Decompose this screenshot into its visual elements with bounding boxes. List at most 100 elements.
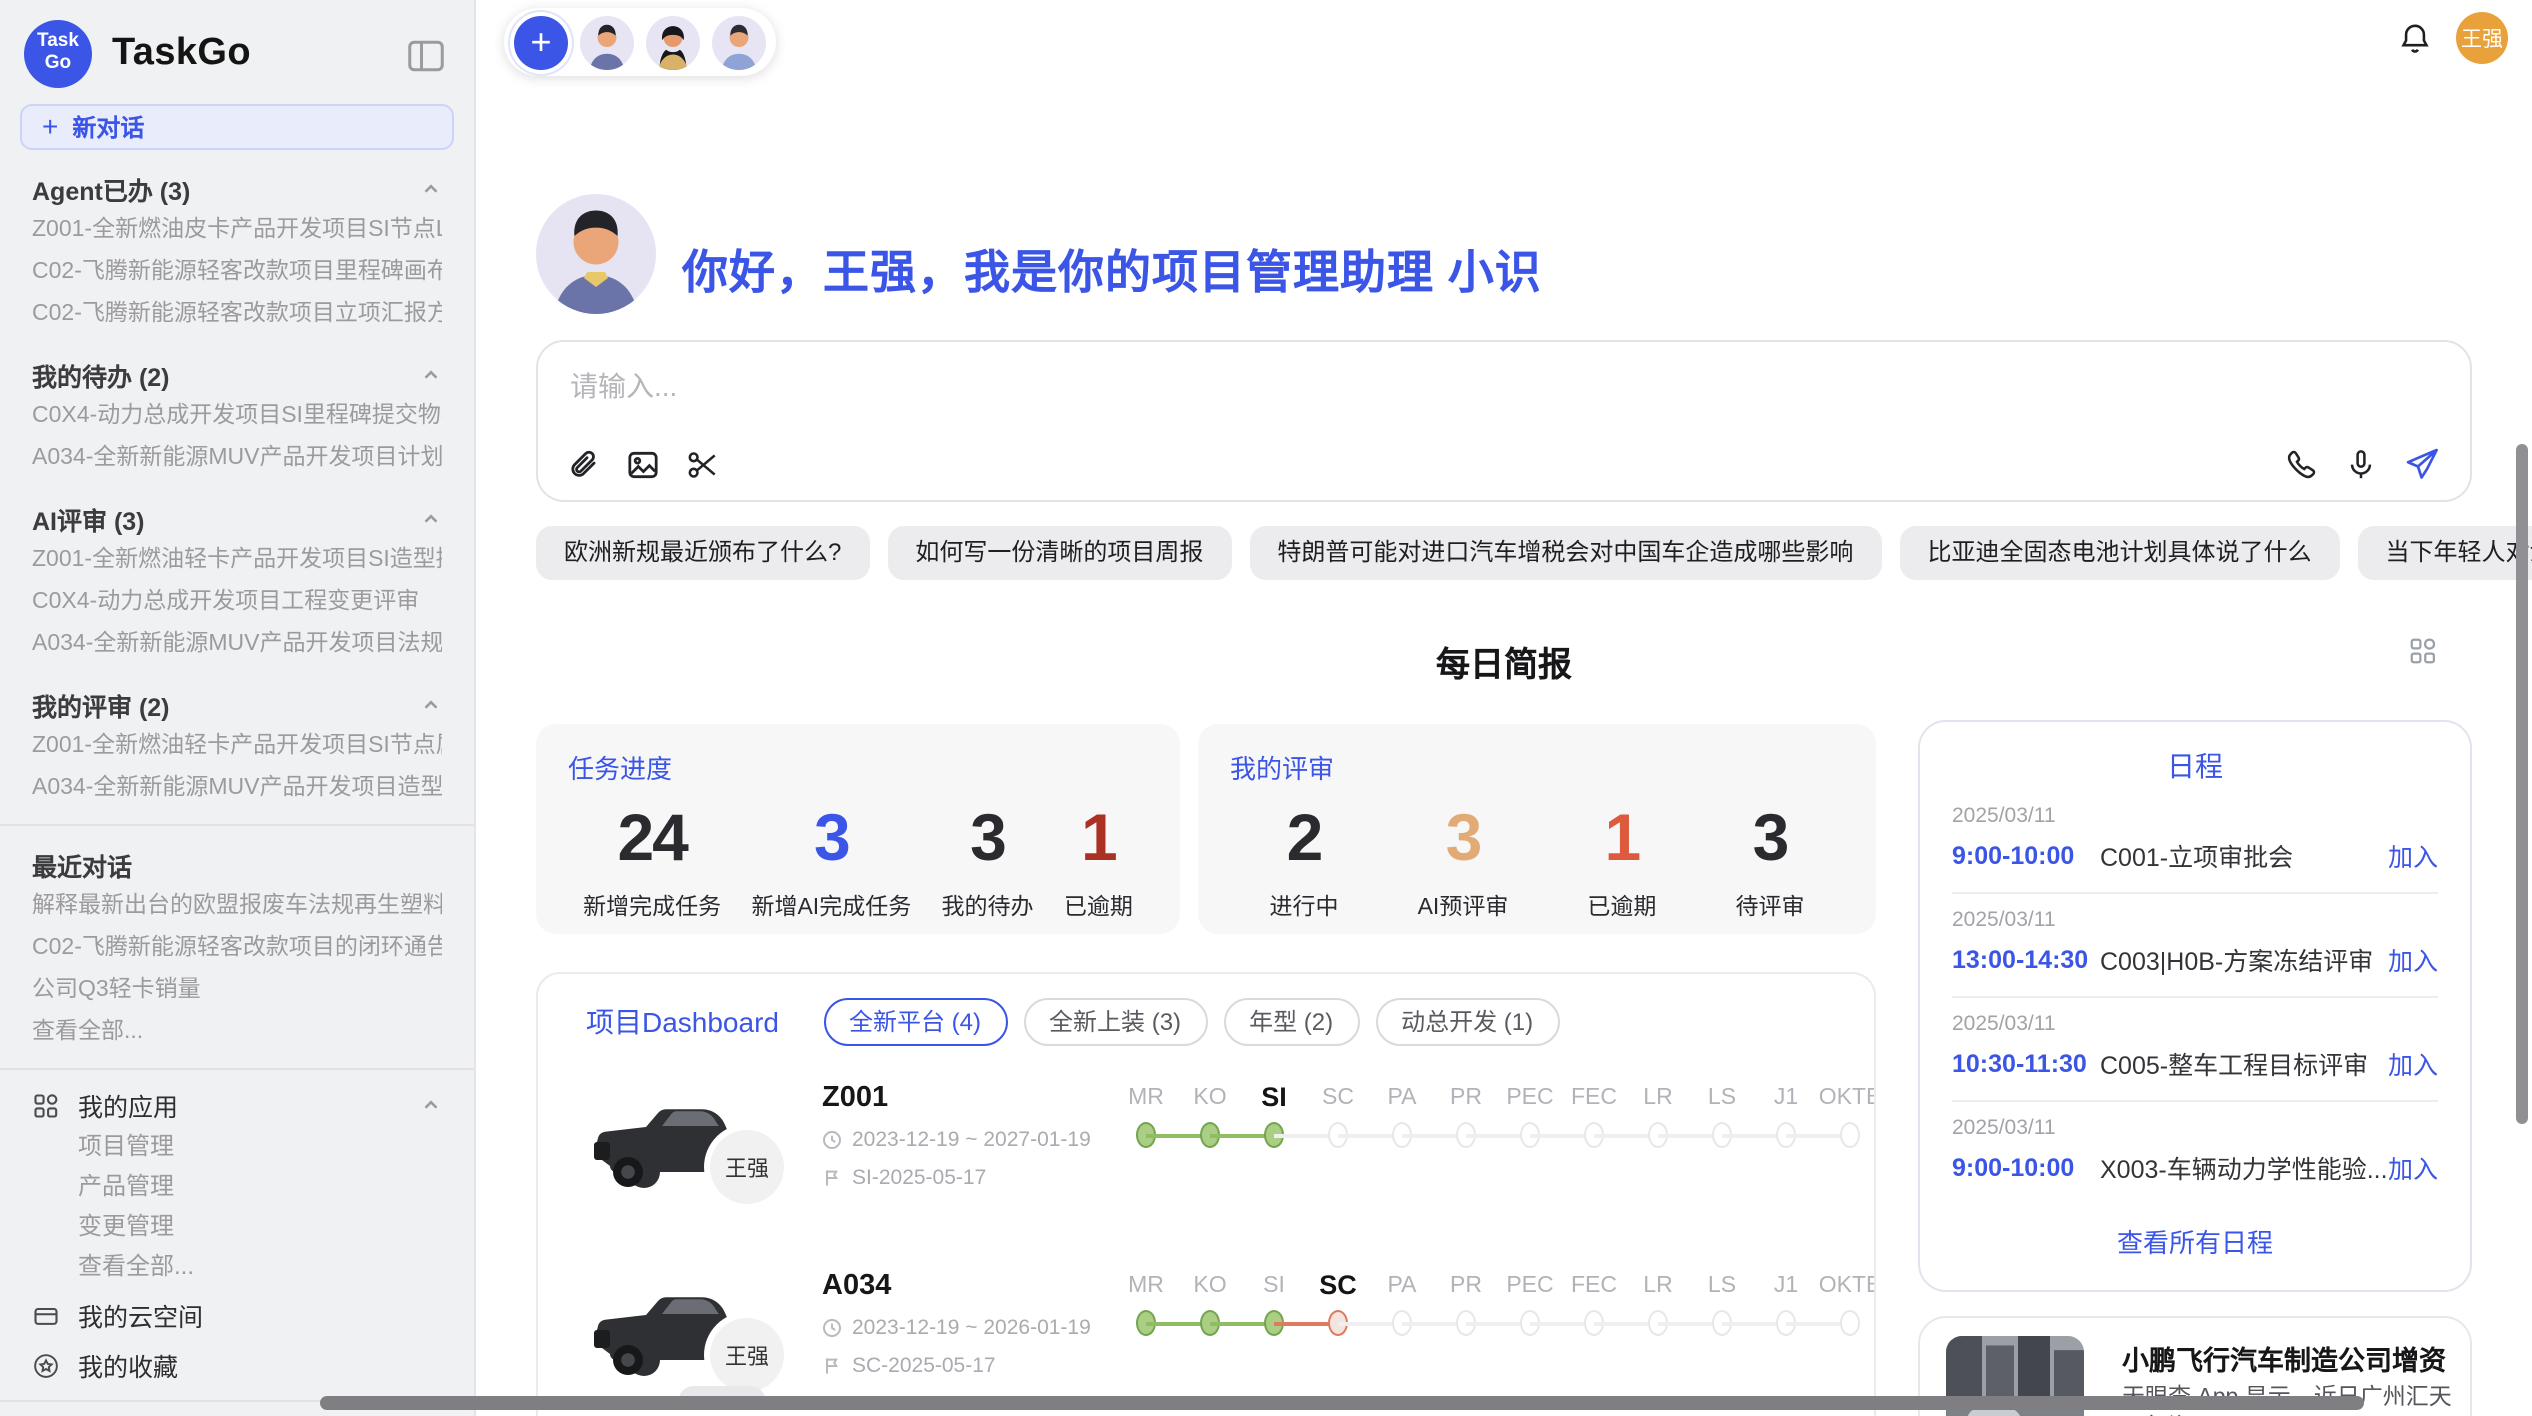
sidebar-collapse-icon[interactable]: [406, 36, 446, 76]
agent-avatar-3[interactable]: [712, 15, 766, 69]
sidebar-section-header[interactable]: 我的评审 (2): [32, 688, 442, 722]
suggestion-chip[interactable]: 当下年轻人对汽车外观有怎样的喜好趋势: [2357, 526, 2532, 580]
recent-see-all[interactable]: 查看全部...: [32, 1012, 442, 1054]
join-meeting-link[interactable]: 加入: [2388, 940, 2438, 978]
milestone: J1: [1754, 1078, 1818, 1150]
sidebar-item[interactable]: C02-飞腾新能源轻客改款项目立项汇报方案: [32, 294, 442, 336]
sidebar-item-my-apps[interactable]: 我的应用: [32, 1084, 474, 1126]
horizontal-scrollbar[interactable]: [320, 1396, 2364, 1410]
milestone-track: MR KO SI SC PA PR: [1114, 1078, 1876, 1150]
scissors-icon[interactable]: [686, 448, 720, 482]
sidebar-item[interactable]: C0X4-动力总成开发项目SI里程碑提交物检查: [32, 396, 442, 438]
add-agent-button[interactable]: +: [514, 15, 568, 69]
sidebar-item[interactable]: C0X4-动力总成开发项目工程变更评审: [32, 582, 442, 624]
stat-label: 进行中: [1270, 890, 1339, 922]
milestone-label: J1: [1754, 1266, 1818, 1306]
sidebar-item[interactable]: Z001-全新燃油皮卡产品开发项目SI节点Lesson Learn报告: [32, 210, 442, 252]
microphone-icon[interactable]: [2344, 447, 2378, 481]
vertical-scrollbar[interactable]: [2516, 444, 2528, 1124]
stat-value: 3: [1735, 802, 1804, 874]
project-row[interactable]: 王强 A034 2023-12-19 ~ 2026-01-19 SC-2025-…: [586, 1266, 1874, 1416]
milestone: OKTB: [1818, 1078, 1876, 1150]
attachment-icon[interactable]: [566, 448, 600, 482]
milestone-label: FEC: [1562, 1078, 1626, 1118]
new-chat-button[interactable]: + 新对话: [20, 104, 454, 150]
notification-bell-icon[interactable]: [2398, 22, 2432, 66]
chat-input[interactable]: 请输入...: [570, 366, 677, 406]
sidebar-item[interactable]: 公司Q3轻卡销量: [32, 970, 442, 1012]
milestone-label: PA: [1370, 1078, 1434, 1118]
milestone-label: LS: [1690, 1266, 1754, 1306]
chevron-up-icon[interactable]: [420, 178, 442, 200]
user-avatar[interactable]: 王强: [2456, 12, 2508, 64]
chevron-up-icon[interactable]: [420, 508, 442, 530]
milestone: FEC: [1562, 1078, 1626, 1150]
stat-label: 待评审: [1735, 890, 1804, 922]
join-meeting-link[interactable]: 加入: [2388, 1148, 2438, 1186]
sidebar-item[interactable]: 解释最新出台的欧盟报废车法规再生塑料比例被调至15%...: [32, 886, 442, 928]
sidebar-item[interactable]: Z001-全新燃油轻卡产品开发项目SI造型提交物评审: [32, 540, 442, 582]
send-icon[interactable]: [2404, 446, 2440, 482]
sidebar-item[interactable]: C02-飞腾新能源轻客改款项目的闭环通告反馈情况: [32, 928, 442, 970]
suggestion-chip[interactable]: 特朗普可能对进口汽车增税会对中国车企造成哪些影响: [1249, 526, 1881, 580]
sidebar-item[interactable]: A034-全新新能源MUV产品开发项目计划变更表编写: [32, 438, 442, 480]
schedule-item: 2025/03/11 9:00-10:00 X003-车辆动力学性能验... 加…: [1952, 1102, 2438, 1204]
schedule-item: 2025/03/11 13:00-14:30 C003|H0B-方案冻结评审 加…: [1952, 894, 2438, 998]
sidebar-sub-item[interactable]: 项目管理: [78, 1126, 474, 1166]
schedule-item: 2025/03/11 9:00-10:00 C001-立项审批会 加入: [1952, 790, 2438, 894]
project-row[interactable]: 王强 Z001 2023-12-19 ~ 2027-01-19 SI-2025-…: [586, 1078, 1874, 1234]
schedule-card: 日程 2025/03/11 9:00-10:00 C001-立项审批会 加入 2…: [1918, 720, 2472, 1292]
milestone-dot[interactable]: [1840, 1122, 1860, 1148]
schedule-time: 9:00-10:00: [1952, 1153, 2100, 1181]
assistant-avatar: [536, 194, 656, 314]
logo-row: Task Go TaskGo: [24, 20, 450, 88]
dashboard-filter-chip[interactable]: 全新平台 (4): [823, 998, 1007, 1046]
schedule-date: 2025/03/11: [1952, 908, 2438, 932]
agent-avatar-1[interactable]: [580, 15, 634, 69]
layout-grid-icon[interactable]: [2408, 636, 2438, 676]
sidebar-section-header[interactable]: AI评审 (3): [32, 502, 442, 536]
sidebar-section-header[interactable]: 我的待办 (2): [32, 358, 442, 392]
milestone: LS: [1690, 1078, 1754, 1150]
sidebar-item[interactable]: A034-全新新能源MUV产品开发项目法规符合性评审: [32, 624, 442, 666]
view-all-schedule-link[interactable]: 查看所有日程: [1952, 1222, 2438, 1260]
milestone-dot[interactable]: [1840, 1310, 1860, 1336]
stat-label: 新增完成任务: [583, 890, 721, 922]
sidebar-item[interactable]: Z001-全新燃油轻卡产品开发项目SI节点属性5D文件评审: [32, 726, 442, 768]
suggestion-chip[interactable]: 如何写一份清晰的项目周报: [887, 526, 1231, 580]
new-chat-label: 新对话: [72, 110, 144, 144]
milestone: J1: [1754, 1266, 1818, 1338]
agent-avatar-2[interactable]: [646, 15, 700, 69]
milestone: SC: [1306, 1078, 1370, 1150]
divider: [0, 1068, 474, 1070]
stat-value: 3: [751, 802, 911, 874]
daily-brief-title: 每日简报: [536, 636, 2472, 686]
sidebar-item-favorites[interactable]: 我的收藏: [32, 1344, 474, 1386]
chevron-up-icon[interactable]: [420, 694, 442, 716]
milestone: OKTB: [1818, 1266, 1876, 1338]
greeting-text: 你好，王强，我是你的项目管理助理 小识: [682, 234, 1542, 302]
dashboard-filter-chip[interactable]: 年型 (2): [1223, 998, 1359, 1046]
suggestion-chip[interactable]: 欧洲新规最近颁布了什么?: [536, 526, 869, 580]
sidebar-item[interactable]: C02-飞腾新能源轻客改款项目里程碑画布: [32, 252, 442, 294]
join-meeting-link[interactable]: 加入: [2388, 836, 2438, 874]
phone-call-icon[interactable]: [2284, 447, 2318, 481]
dashboard-filter-chip[interactable]: 动总开发 (1): [1375, 998, 1559, 1046]
project-name: A034: [822, 1270, 1091, 1302]
sidebar-sub-item[interactable]: 变更管理: [78, 1206, 474, 1246]
dashboard-filter-chip[interactable]: 全新上装 (3): [1023, 998, 1207, 1046]
milestone-label: SI: [1242, 1266, 1306, 1306]
chevron-up-icon[interactable]: [420, 364, 442, 386]
sidebar-section-header[interactable]: Agent已办 (3): [32, 172, 442, 206]
sidebar-item[interactable]: A034-全新新能源MUV产品开发项目造型可行性评审: [32, 768, 442, 810]
join-meeting-link[interactable]: 加入: [2388, 1044, 2438, 1082]
schedule-event-title: X003-车辆动力学性能验...: [2100, 1148, 2388, 1186]
milestone: LR: [1626, 1266, 1690, 1338]
sidebar-sub-item[interactable]: 产品管理: [78, 1166, 474, 1206]
suggestion-chip[interactable]: 比亚迪全固态电池计划具体说了什么: [1899, 526, 2339, 580]
image-icon[interactable]: [626, 448, 660, 482]
apps-see-all[interactable]: 查看全部...: [78, 1246, 474, 1286]
sidebar-item-cloud-space[interactable]: 我的云空间: [32, 1294, 474, 1336]
chevron-up-icon[interactable]: [420, 1094, 442, 1116]
stat-item: 3 AI预评审: [1418, 802, 1509, 922]
